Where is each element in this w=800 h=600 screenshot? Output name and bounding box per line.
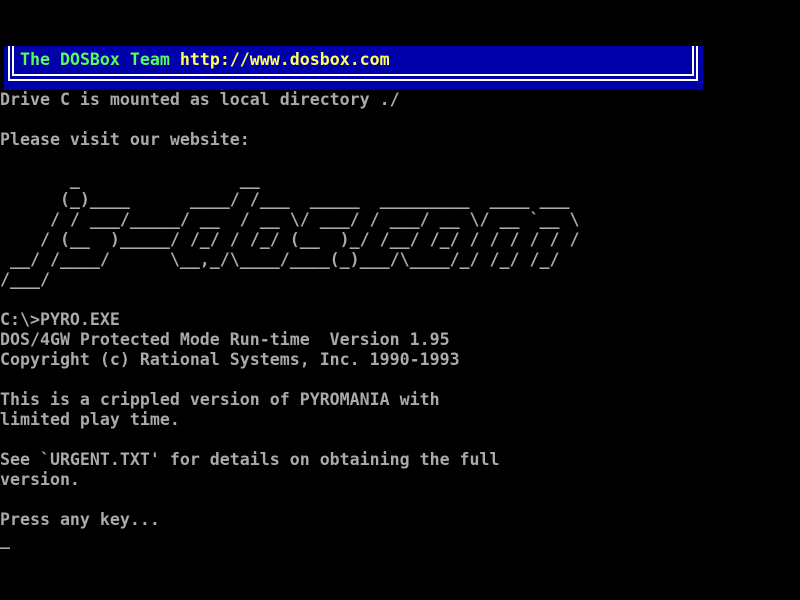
banner-team-label: The DOSBox Team bbox=[20, 50, 180, 69]
banner-text: The DOSBox Team http://www.dosbox.com bbox=[20, 50, 390, 70]
urgent-message: See `URGENT.TXT' for details on obtainin… bbox=[0, 450, 500, 490]
text-cursor: _ bbox=[0, 530, 10, 550]
mount-message: Drive C is mounted as local directory ./ bbox=[0, 90, 400, 110]
dos4gw-message: DOS/4GW Protected Mode Run-time Version … bbox=[0, 330, 460, 370]
website-message: Please visit our website: bbox=[0, 130, 250, 150]
dosbox-banner: The DOSBox Team http://www.dosbox.com bbox=[4, 46, 703, 90]
crippled-message: This is a crippled version of PYROMANIA … bbox=[0, 390, 440, 430]
dosbox-terminal-screen[interactable]: The DOSBox Team http://www.dosbox.com Dr… bbox=[0, 0, 800, 600]
prompt-command: C:\>PYRO.EXE bbox=[0, 310, 120, 330]
banner-url-link: http://www.dosbox.com bbox=[180, 50, 390, 69]
press-any-key-message: Press any key... bbox=[0, 510, 160, 530]
jsdos-ascii-logo: _ __ (_)____ ____/ /___ _____ _________ … bbox=[0, 170, 579, 290]
